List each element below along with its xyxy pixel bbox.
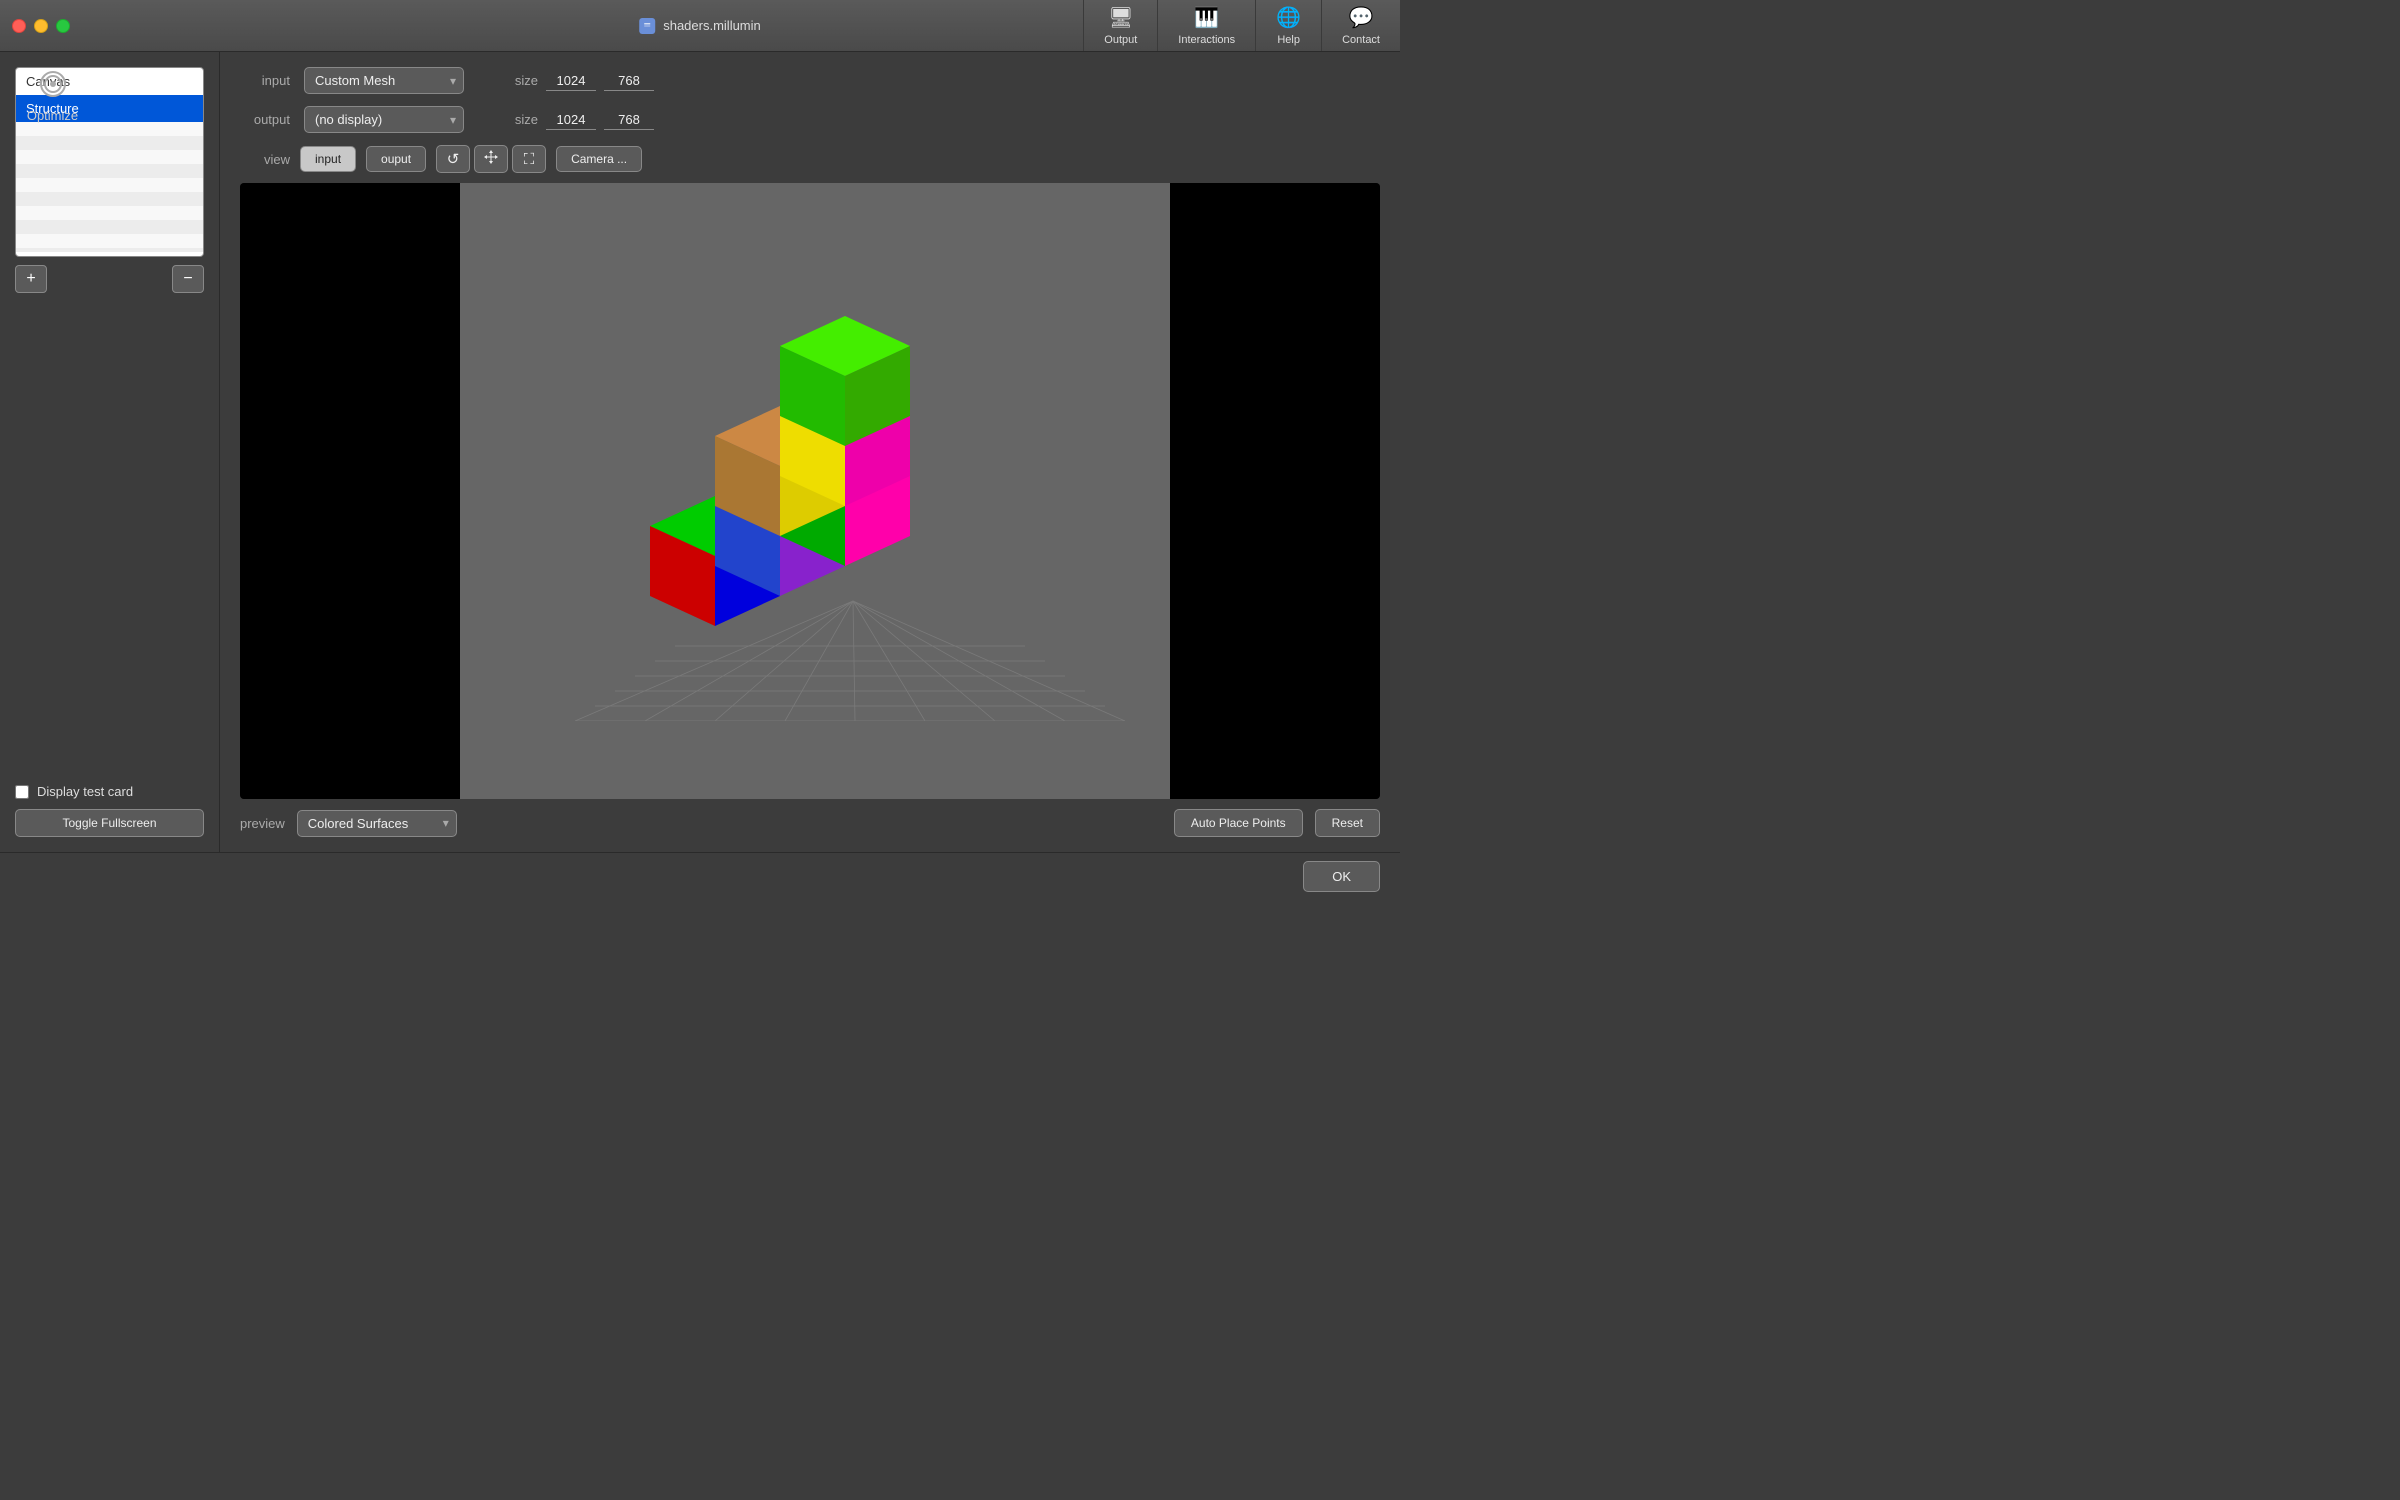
display-test-card-label: Display test card [37, 784, 133, 799]
canvas-list-buttons: + − [15, 265, 204, 293]
nav-interactions[interactable]: 🎹 Interactions [1157, 0, 1255, 51]
rotate-icon: ↺ [447, 150, 460, 168]
optimize-label: Optimize [27, 108, 78, 123]
output-width-value: 1024 [546, 110, 596, 130]
input-select[interactable]: Custom Mesh [304, 67, 464, 94]
preview-dropdown-wrapper: Colored Surfaces Wireframe Solid [297, 810, 457, 837]
output-icon: 🖥 [1108, 5, 1133, 30]
output-label: Output [1104, 34, 1137, 46]
move-icon [483, 149, 499, 169]
output-row: output (no display) size 1024 768 [240, 106, 1380, 133]
nav-output[interactable]: 🖥 Output [1083, 0, 1157, 51]
display-test-card-checkbox[interactable] [15, 785, 29, 799]
grid-floor [575, 601, 1125, 721]
output-label: output [240, 112, 290, 127]
remove-canvas-button[interactable]: − [172, 265, 204, 293]
contact-label: Contact [1342, 34, 1380, 46]
titlebar-center: shaders.millumin [639, 18, 761, 34]
add-canvas-button[interactable]: + [15, 265, 47, 293]
rotate-view-button[interactable]: ↺ [436, 145, 470, 173]
left-panel: Canvas Structure + − Display test card T… [0, 52, 220, 852]
nav-contact[interactable]: 💬 Contact [1321, 0, 1400, 51]
input-row: input Custom Mesh size 1024 768 [240, 67, 1380, 94]
canvas-black-left [240, 183, 460, 799]
close-button[interactable] [12, 19, 26, 33]
3d-scene-svg [495, 261, 1135, 721]
ok-button[interactable]: OK [1303, 861, 1380, 892]
output-height-value: 768 [604, 110, 654, 130]
canvas-area [240, 183, 1380, 799]
app-wrapper: shaders.millumin 🖥 Output 🎹 Interactions… [0, 0, 1400, 900]
view-output-button[interactable]: ouput [366, 146, 426, 172]
canvas-black-right [1170, 183, 1380, 799]
view-label: view [240, 152, 290, 167]
preview-select[interactable]: Colored Surfaces Wireframe Solid [297, 810, 457, 837]
display-test-card-row: Display test card [15, 784, 204, 799]
input-height-value: 768 [604, 71, 654, 91]
input-size-group: size 1024 768 [488, 71, 654, 91]
left-nav: Optimize [0, 52, 105, 141]
file-icon [639, 18, 655, 34]
sidebar-item-optimize[interactable]: Optimize [13, 62, 93, 131]
ok-area: OK [0, 852, 1400, 900]
input-dropdown-wrapper: Custom Mesh [304, 67, 464, 94]
optimize-icon [39, 70, 67, 104]
input-size-label: size [488, 73, 538, 88]
expand-view-button[interactable]: ⛶ [512, 145, 546, 173]
traffic-lights [12, 19, 70, 33]
auto-place-points-button[interactable]: Auto Place Points [1174, 809, 1303, 837]
interactions-icon: 🎹 [1194, 5, 1219, 30]
bottom-left: Display test card Toggle Fullscreen [15, 774, 204, 837]
output-dropdown-wrapper: (no display) [304, 106, 464, 133]
minimize-button[interactable] [34, 19, 48, 33]
reset-button[interactable]: Reset [1315, 809, 1380, 837]
canvas-viewport[interactable] [460, 183, 1170, 799]
output-select[interactable]: (no display) [304, 106, 464, 133]
body-area: Optimize Canvas Structure + − Display te… [0, 52, 1400, 852]
move-view-button[interactable] [474, 145, 508, 173]
interactions-label: Interactions [1178, 34, 1235, 46]
output-size-group: size 1024 768 [488, 110, 654, 130]
view-row: view input ouput ↺ ⛶ [240, 145, 1380, 173]
titlebar: shaders.millumin 🖥 Output 🎹 Interactions… [0, 0, 1400, 52]
expand-icon: ⛶ [524, 151, 535, 168]
maximize-button[interactable] [56, 19, 70, 33]
preview-bar: preview Colored Surfaces Wireframe Solid… [240, 809, 1380, 837]
view-input-button[interactable]: input [300, 146, 356, 172]
right-panel: input Custom Mesh size 1024 768 output [220, 52, 1400, 852]
toggle-fullscreen-button[interactable]: Toggle Fullscreen [15, 809, 204, 837]
help-label: Help [1277, 34, 1300, 46]
help-icon: 🌐 [1276, 5, 1301, 30]
input-width-value: 1024 [546, 71, 596, 91]
preview-label: preview [240, 816, 285, 831]
titlebar-nav: 🖥 Output 🎹 Interactions 🌐 Help 💬 Contact [1083, 0, 1400, 51]
nav-help[interactable]: 🌐 Help [1255, 0, 1321, 51]
output-size-label: size [488, 112, 538, 127]
filename-label: shaders.millumin [663, 18, 761, 33]
contact-icon: 💬 [1349, 5, 1374, 30]
input-label: input [240, 73, 290, 88]
camera-button[interactable]: Camera ... [556, 146, 642, 172]
